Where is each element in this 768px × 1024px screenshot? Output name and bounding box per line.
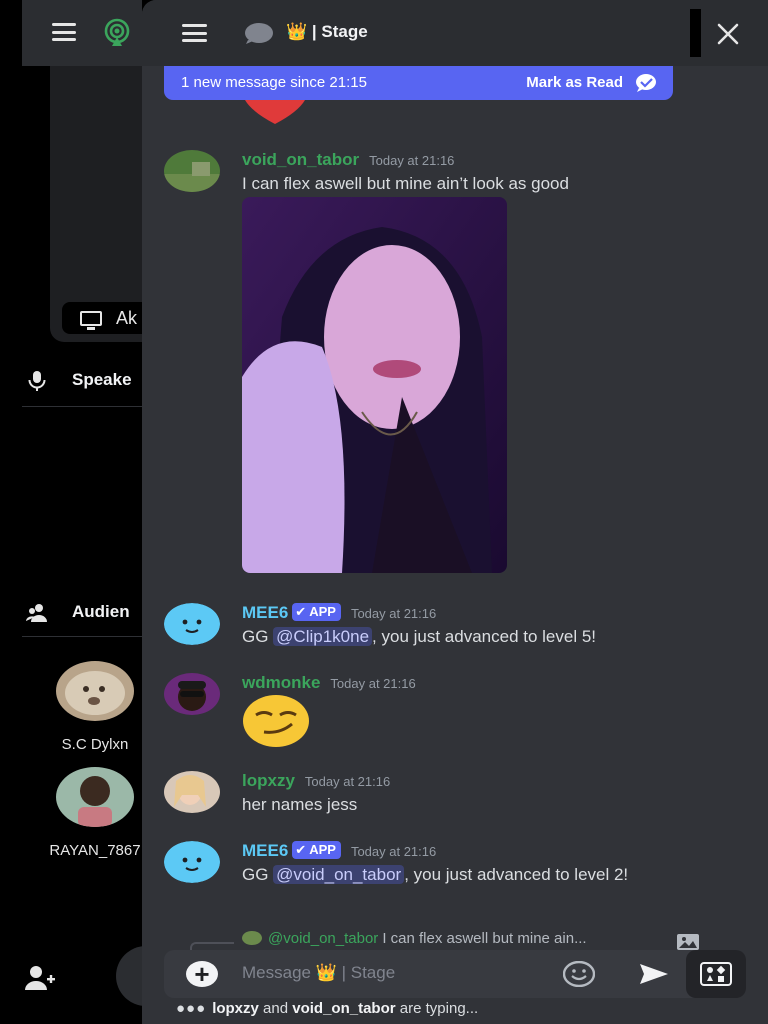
- microphone-icon: [28, 371, 46, 391]
- checkmark-icon: ✔: [295, 842, 307, 857]
- people-icon: [26, 604, 47, 622]
- reply-snippet: I can flex aswell but mine ain...: [382, 930, 587, 947]
- apps-icon: [700, 962, 732, 986]
- message-header: void_on_tabor Today at 21:16: [242, 150, 454, 170]
- reply-username: @void_on_tabor: [268, 930, 379, 947]
- mark-as-read-button[interactable]: Mark as Read: [526, 74, 623, 91]
- username[interactable]: void_on_tabor: [242, 150, 359, 169]
- app-badge: ✔ APP: [292, 841, 341, 859]
- username[interactable]: lopxzy: [242, 771, 295, 790]
- avatar[interactable]: [164, 771, 220, 813]
- new-messages-banner[interactable]: 1 new message since 21:15 Mark as Read: [164, 66, 673, 100]
- audience-name: RAYAN_7867: [49, 842, 141, 859]
- stage-panel: Ak Speake Audien S.C Dylxn RAYAN_7867: [0, 0, 176, 1024]
- timestamp: Today at 21:16: [304, 774, 391, 789]
- avatar: [242, 931, 262, 945]
- message-input[interactable]: Message 👑 | Stage: [242, 963, 395, 983]
- share-label: Ak: [116, 308, 138, 328]
- timestamp: Today at 21:16: [350, 606, 437, 621]
- app-badge: ✔ APP: [292, 603, 341, 621]
- stage-video-area: [50, 66, 142, 342]
- new-messages-text: 1 new message since 21:15: [181, 74, 367, 91]
- podcast-icon[interactable]: [102, 18, 132, 48]
- chat-bubble-icon: [245, 23, 273, 44]
- message-text: I can flex aswell but mine ain’t look as…: [242, 174, 569, 193]
- apps-button[interactable]: [686, 950, 746, 998]
- speakers-header: Speake: [22, 360, 142, 400]
- monitor-icon: [80, 311, 102, 330]
- add-attachment-button[interactable]: +: [186, 961, 218, 987]
- hamburger-icon[interactable]: [52, 23, 76, 41]
- audience-member[interactable]: S.C Dylxn: [40, 661, 150, 753]
- message-text: GG @void_on_tabor, you just advanced to …: [242, 865, 629, 884]
- avatar: [56, 661, 134, 721]
- close-icon[interactable]: [716, 22, 740, 46]
- audience-label: Audien: [72, 602, 130, 621]
- timestamp: Today at 21:16: [330, 676, 416, 691]
- smirk-emoji-icon: [243, 695, 309, 747]
- timestamp: Today at 21:16: [350, 844, 437, 859]
- audience-name: S.C Dylxn: [61, 736, 129, 753]
- invite-user-icon[interactable]: [24, 964, 56, 992]
- chat-panel: 👑 | Stage 1 new message since 21:15 Mark…: [142, 0, 768, 1024]
- audience-header: Audien: [22, 592, 142, 632]
- timestamp: Today at 21:16: [369, 153, 455, 168]
- message-text: GG @Clip1k0ne, you just advanced to leve…: [242, 627, 597, 646]
- user-mention[interactable]: @void_on_tabor: [273, 865, 405, 884]
- message-header: wdmonke Today at 21:16: [242, 673, 416, 693]
- avatar[interactable]: [164, 673, 220, 715]
- typing-dots-icon: ●●●: [176, 1000, 207, 1017]
- attached-image[interactable]: [242, 197, 507, 573]
- avatar[interactable]: [164, 603, 220, 645]
- message-text: her names jess: [242, 795, 358, 814]
- username[interactable]: MEE6: [242, 603, 288, 622]
- chat-header: 👑 | Stage: [142, 0, 768, 66]
- avatar[interactable]: [164, 841, 220, 883]
- stage-header: [22, 0, 142, 66]
- status-bar: [690, 9, 701, 57]
- avatar[interactable]: [164, 150, 220, 192]
- audience-member[interactable]: RAYAN_7867: [40, 767, 150, 859]
- image-icon: [677, 934, 699, 950]
- message-composer: + Message 👑 | Stage: [164, 950, 746, 998]
- heart-emoji-partial: [245, 100, 305, 124]
- channel-title: 👑 | Stage: [286, 22, 368, 41]
- username[interactable]: MEE6: [242, 841, 288, 860]
- avatar: [56, 767, 134, 827]
- speakers-label: Speake: [72, 370, 132, 389]
- emoji-picker-icon[interactable]: [563, 961, 595, 987]
- message-header: MEE6 ✔ APP Today at 21:16: [242, 603, 436, 623]
- user-mention[interactable]: @Clip1k0ne: [273, 627, 373, 646]
- mark-read-icon: [636, 74, 656, 92]
- checkmark-icon: ✔: [295, 604, 307, 619]
- screen-share-button[interactable]: Ak: [62, 302, 142, 334]
- hamburger-icon[interactable]: [182, 24, 207, 42]
- typing-indicator: ●●● lopxzy and void_on_tabor are typing..…: [176, 1000, 479, 1017]
- divider: [22, 636, 142, 637]
- message-header: MEE6 ✔ APP Today at 21:16: [242, 841, 436, 861]
- divider: [22, 406, 142, 407]
- send-icon[interactable]: [638, 962, 670, 986]
- message-header: lopxzy Today at 21:16: [242, 771, 390, 791]
- username[interactable]: wdmonke: [242, 673, 320, 692]
